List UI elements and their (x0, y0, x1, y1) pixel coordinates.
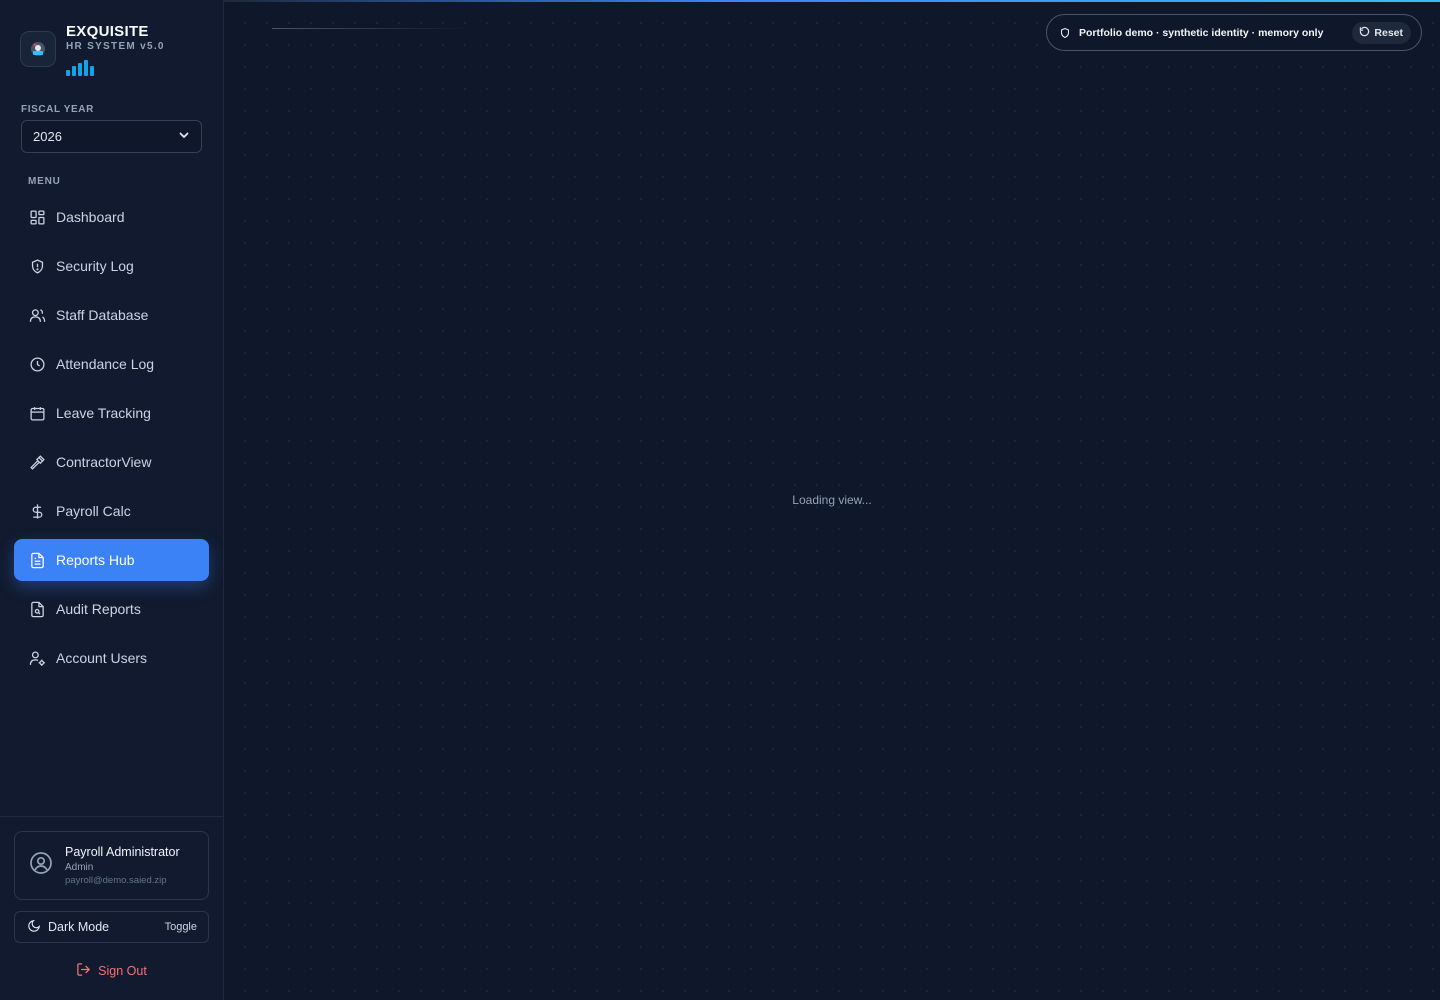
log-out-icon (76, 962, 91, 980)
user-cog-icon (28, 649, 46, 667)
user-card[interactable]: Payroll Administrator Admin payroll@demo… (14, 831, 209, 900)
user-name: Payroll Administrator (65, 845, 180, 859)
nav-item-account-users[interactable]: Account Users (14, 637, 209, 679)
shield-icon (1059, 27, 1071, 39)
nav-item-label: Security Log (56, 258, 134, 274)
dollar-icon (28, 502, 46, 520)
hammer-icon (28, 453, 46, 471)
reset-button[interactable]: Reset (1352, 22, 1411, 44)
nav-item-audit-reports[interactable]: Audit Reports (14, 588, 209, 630)
nav-item-label: Staff Database (56, 307, 149, 323)
loading-progress-line (272, 28, 472, 29)
menu-label: MENU (28, 176, 61, 187)
fiscal-year-value: 2026 (33, 129, 62, 144)
nav-item-label: ContractorView (56, 454, 152, 470)
loading-text: Loading view... (792, 493, 872, 507)
brand-title: EXQUISITE (66, 23, 149, 40)
nav-item-security-log[interactable]: Security Log (14, 245, 209, 287)
brand-logo (20, 31, 56, 67)
clock-icon (28, 355, 46, 373)
users-icon (28, 306, 46, 324)
demo-banner: Portfolio demo · synthetic identity · me… (1046, 14, 1422, 51)
nav-item-contractorview[interactable]: ContractorView (14, 441, 209, 483)
nav-item-label: Payroll Calc (56, 503, 131, 519)
file-search-icon (28, 600, 46, 618)
moon-icon (27, 919, 41, 936)
nav-item-attendance-log[interactable]: Attendance Log (14, 343, 209, 385)
fiscal-year-label: FISCAL YEAR (21, 104, 94, 115)
sidebar: EXQUISITE HR SYSTEM v5.0 FISCAL YEAR 202… (0, 0, 224, 1000)
nav-item-label: Leave Tracking (56, 405, 151, 421)
user-avatar-icon (29, 851, 53, 880)
file-text-icon (28, 551, 46, 569)
nav-item-reports-hub[interactable]: Reports Hub (14, 539, 209, 581)
nav-item-label: Attendance Log (56, 356, 155, 372)
user-role: Admin (65, 862, 94, 873)
reset-label: Reset (1374, 27, 1403, 39)
calendar-icon (28, 404, 46, 422)
nav-item-leave-tracking[interactable]: Leave Tracking (14, 392, 209, 434)
demo-banner-text: Portfolio demo · synthetic identity · me… (1079, 26, 1324, 39)
user-email: payroll@demo.saied.zip (65, 875, 167, 886)
brand-subtitle: HR SYSTEM v5.0 (66, 41, 165, 52)
shield-icon (28, 257, 46, 275)
nav-item-payroll-calc[interactable]: Payroll Calc (14, 490, 209, 532)
bar-chart-icon (66, 59, 165, 76)
sign-out-button[interactable]: Sign Out (0, 962, 223, 980)
nav-item-label: Reports Hub (56, 552, 135, 568)
nav-item-label: Dashboard (56, 209, 125, 225)
main-nav: Dashboard Security Log Staff Database At… (14, 196, 209, 686)
refresh-icon (1359, 26, 1370, 40)
toggle-label: Toggle (164, 921, 197, 933)
chevron-down-icon (178, 129, 190, 144)
sidebar-divider (0, 816, 223, 817)
main-content: Portfolio demo · synthetic identity · me… (224, 2, 1440, 1000)
dark-mode-label: Dark Mode (48, 920, 110, 934)
fiscal-year-select[interactable]: 2026 (21, 120, 202, 153)
dark-mode-toggle[interactable]: Dark Mode Toggle (14, 911, 209, 943)
nav-item-label: Audit Reports (56, 601, 141, 617)
brand: EXQUISITE HR SYSTEM v5.0 (20, 18, 165, 76)
nav-item-staff-database[interactable]: Staff Database (14, 294, 209, 336)
sign-out-label: Sign Out (98, 964, 147, 978)
nav-item-dashboard[interactable]: Dashboard (14, 196, 209, 238)
nav-item-label: Account Users (56, 650, 148, 666)
grid-icon (28, 208, 46, 226)
